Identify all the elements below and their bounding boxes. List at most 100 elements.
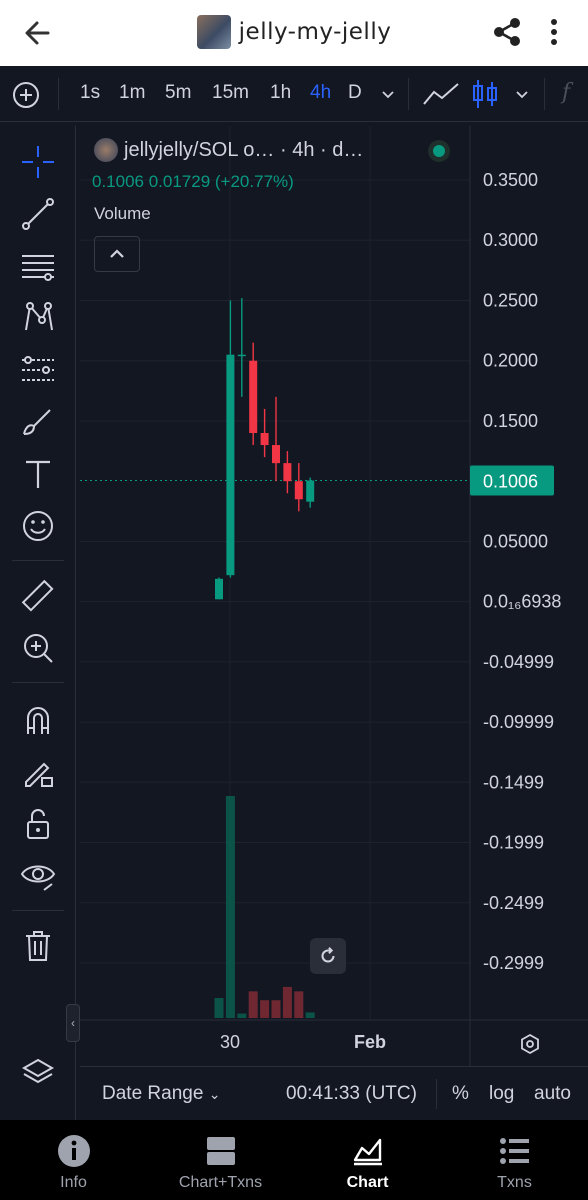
price-tick-label: 0.05000 xyxy=(483,531,548,551)
symbol-label[interactable]: jellyjelly/SOL o… · 4h · d… xyxy=(124,139,363,162)
app-bar: jelly-my-jelly xyxy=(0,0,588,66)
chart-txns-icon xyxy=(206,1137,235,1165)
bottom-nav: Info Chart+Txns Chart Txns xyxy=(0,1120,588,1200)
date-range-label: Date Range xyxy=(102,1083,204,1104)
price-tick-label: -0.2999 xyxy=(483,953,544,973)
price-tick-label: 0.1500 xyxy=(483,411,538,431)
chevron-up-icon xyxy=(110,249,124,258)
price-tick-label: 0.0₁₆6938 xyxy=(483,592,561,612)
brush-icon[interactable] xyxy=(18,402,58,442)
nav-txns-label: Txns xyxy=(497,1174,532,1191)
candle-body xyxy=(237,354,246,357)
volume-bar xyxy=(248,991,258,1018)
price-tick-label: -0.09999 xyxy=(483,712,554,732)
range-bar: Date Range ⌄ 00:41:33 (UTC) % log auto xyxy=(80,1066,588,1120)
timeframe-1m[interactable]: 1m xyxy=(119,82,145,104)
divider xyxy=(12,682,64,683)
price-tick-label: 0.3000 xyxy=(483,230,538,250)
text-tool-icon[interactable] xyxy=(18,454,58,494)
emoji-icon[interactable] xyxy=(18,506,58,546)
candle-body xyxy=(306,480,315,502)
timeframe-1h[interactable]: 1h xyxy=(270,82,291,104)
price-chart[interactable]: 0.3500 0.3000 0.2500 0.2000 0.1500 0.05000 0.0… xyxy=(80,126,588,1066)
chart-area[interactable]: 0.3500 0.3000 0.2500 0.2000 0.1500 0.05000 0.0… xyxy=(80,126,588,1120)
trend-line-icon[interactable] xyxy=(18,194,58,234)
ohlc-values: 0.1006 0.01729 (+20.77%) xyxy=(92,172,294,191)
collapse-indicators-button[interactable] xyxy=(94,236,140,272)
time-tick-label: Feb xyxy=(354,1032,386,1052)
price-tick-label: -0.04999 xyxy=(483,652,554,672)
eye-icon[interactable] xyxy=(18,856,58,896)
ruler-icon[interactable] xyxy=(18,576,58,616)
pattern-icon[interactable] xyxy=(18,298,58,338)
timeframe-1s[interactable]: 1s xyxy=(80,82,100,104)
candle-body xyxy=(283,463,292,482)
magnet-icon[interactable] xyxy=(18,700,58,740)
lock-drawing-icon[interactable] xyxy=(18,752,58,792)
chevron-down-icon[interactable] xyxy=(514,86,530,102)
price-tick-label: -0.1499 xyxy=(483,772,544,792)
price-tick-label: 0.2000 xyxy=(483,351,538,371)
divider xyxy=(12,910,64,911)
crosshair-icon[interactable] xyxy=(18,142,58,182)
chevron-down-icon: ⌄ xyxy=(208,1086,221,1102)
more-options-icon[interactable] xyxy=(544,15,564,49)
candle-body xyxy=(226,354,235,576)
add-symbol-icon[interactable] xyxy=(12,81,40,109)
zoom-in-icon[interactable] xyxy=(18,628,58,668)
nav-chart-txns[interactable]: Chart+Txns xyxy=(147,1120,294,1200)
chart-settings-icon[interactable] xyxy=(512,1026,548,1062)
line-chart-icon[interactable] xyxy=(422,80,460,108)
current-price-label: 0.1006 xyxy=(483,471,538,491)
price-tick-label: 0.2500 xyxy=(483,290,538,310)
chevron-down-icon[interactable] xyxy=(380,86,396,102)
collapse-panel-button[interactable]: ‹ xyxy=(66,1004,80,1042)
nav-txns[interactable]: Txns xyxy=(441,1120,588,1200)
market-status-icon[interactable] xyxy=(428,140,450,162)
timeframe-15m[interactable]: 15m xyxy=(212,82,249,104)
reset-chart-button[interactable] xyxy=(310,938,346,974)
nav-chart-label: Chart xyxy=(346,1174,389,1191)
token-avatar xyxy=(196,15,231,49)
volume-bar xyxy=(225,796,235,1018)
volume-bar xyxy=(214,998,224,1018)
candle-body xyxy=(215,578,223,600)
log-toggle[interactable]: log xyxy=(489,1083,514,1105)
candle-body xyxy=(249,360,258,434)
timeframe-5m[interactable]: 5m xyxy=(165,82,191,104)
timeframe-d[interactable]: D xyxy=(348,82,362,104)
divider xyxy=(58,78,59,110)
candlestick-icon[interactable] xyxy=(470,78,500,110)
indicators-icon[interactable]: f xyxy=(562,80,570,105)
candle-body xyxy=(260,433,269,446)
share-icon[interactable] xyxy=(490,15,524,49)
trash-icon[interactable] xyxy=(18,926,58,966)
chart-icon xyxy=(353,1138,382,1166)
volume-bar xyxy=(237,1013,247,1018)
date-range-button[interactable]: Date Range ⌄ xyxy=(102,1083,220,1105)
nav-chart-txns-label: Chart+Txns xyxy=(178,1174,263,1191)
utc-clock[interactable]: 00:41:33 (UTC) xyxy=(286,1083,417,1105)
chart-legend[interactable]: jellyjelly/SOL o… · 4h · d… xyxy=(94,138,450,162)
forecast-icon[interactable] xyxy=(18,350,58,390)
timeframe-4h[interactable]: 4h xyxy=(310,82,331,104)
candle-body xyxy=(294,481,303,500)
fib-levels-icon[interactable] xyxy=(18,246,58,286)
nav-info-label: Info xyxy=(60,1174,87,1191)
percent-toggle[interactable]: % xyxy=(452,1083,469,1105)
volume-label[interactable]: Volume xyxy=(94,204,151,224)
volume-bar xyxy=(305,1012,315,1018)
layers-icon[interactable] xyxy=(18,1052,58,1092)
price-tick-label: -0.2499 xyxy=(483,893,544,913)
unlock-icon[interactable] xyxy=(18,804,58,844)
auto-toggle[interactable]: auto xyxy=(534,1083,571,1105)
time-tick-label: 30 xyxy=(220,1032,240,1052)
divider xyxy=(436,1079,437,1109)
nav-chart[interactable]: Chart xyxy=(294,1120,441,1200)
volume-bar xyxy=(271,1000,281,1018)
info-icon xyxy=(57,1135,90,1167)
page-title: jelly-my-jelly xyxy=(238,19,392,45)
symbol-avatar xyxy=(94,138,118,162)
volume-bar xyxy=(260,1000,270,1018)
nav-info[interactable]: Info xyxy=(0,1120,147,1200)
